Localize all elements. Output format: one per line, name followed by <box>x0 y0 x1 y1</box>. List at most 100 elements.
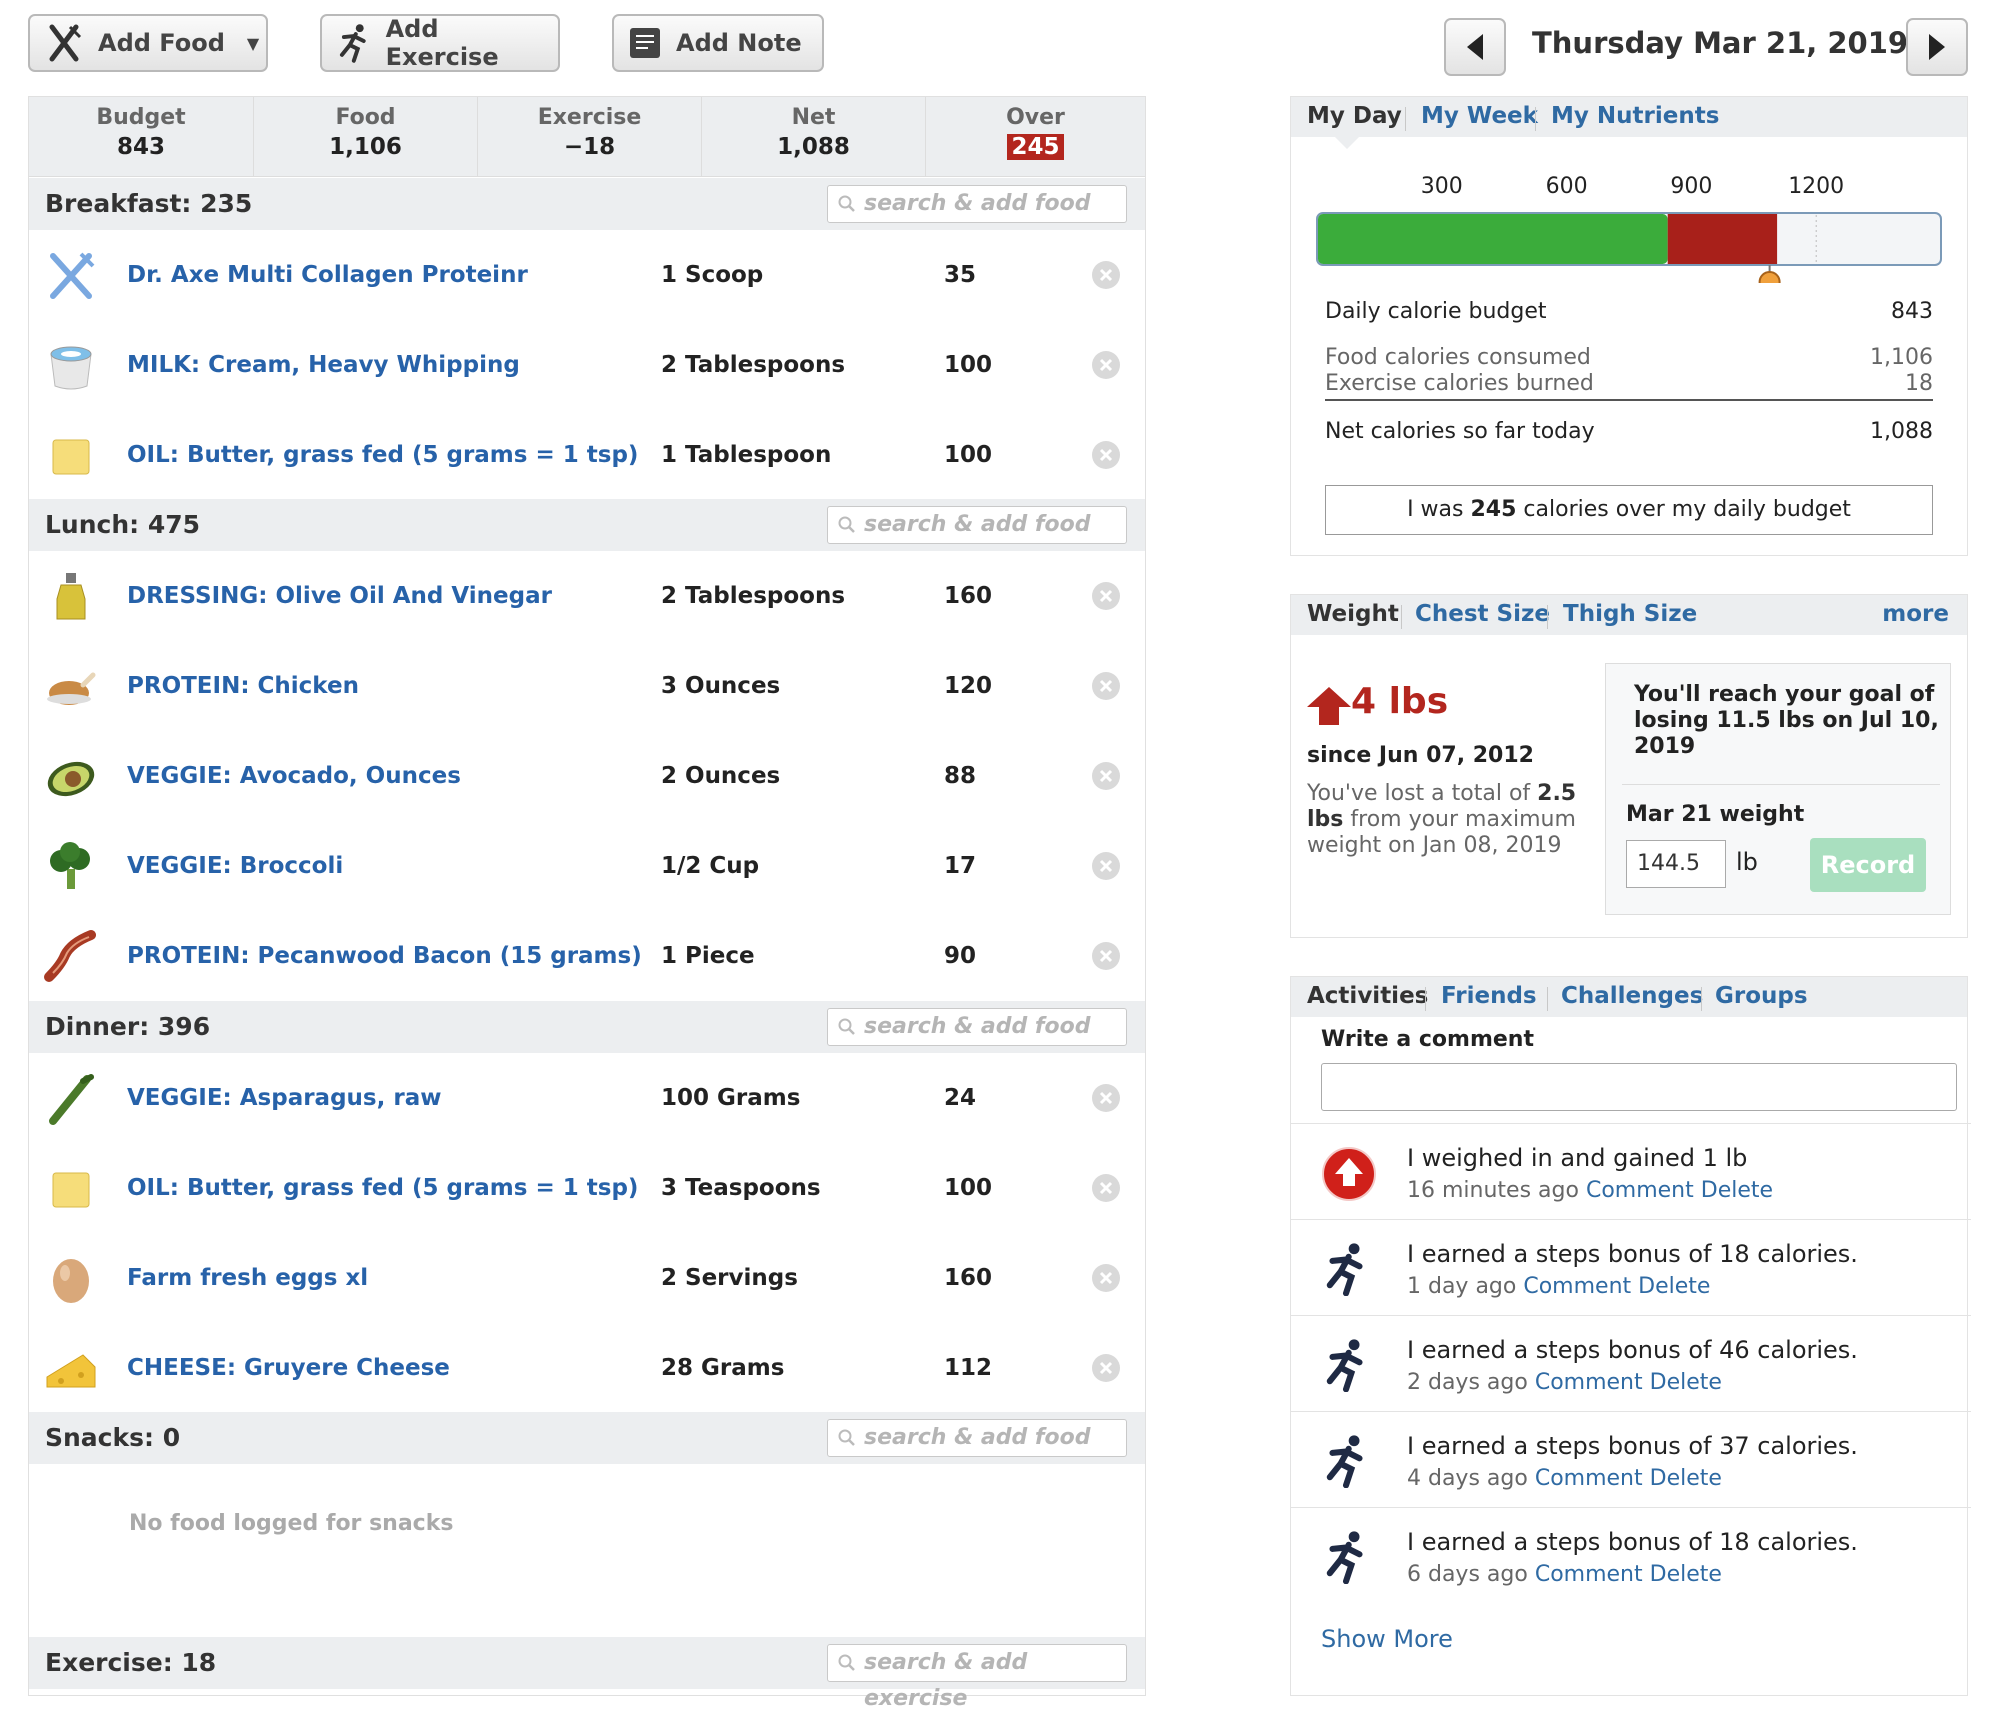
delete-link[interactable]: Delete <box>1650 1370 1722 1395</box>
over-budget-message: I was 245 calories over my daily budget <box>1325 485 1933 535</box>
food-quantity[interactable]: 1/2 Cup <box>661 821 759 911</box>
activity-item: I earned a steps bonus of 46 calories. 2 … <box>1291 1315 1971 1411</box>
delete-icon[interactable] <box>1091 260 1121 290</box>
tab-weight[interactable]: Weight <box>1307 601 1399 627</box>
add-food-button[interactable]: Add Food ▼ <box>28 14 268 72</box>
record-button[interactable]: Record <box>1810 838 1926 892</box>
food-name-link[interactable]: MILK: Cream, Heavy Whipping <box>127 320 520 410</box>
show-more-link[interactable]: Show More <box>1321 1625 1453 1653</box>
delete-icon[interactable] <box>1091 350 1121 380</box>
snacks-search-input[interactable]: search & add food <box>827 1419 1127 1457</box>
delete-icon[interactable] <box>1091 440 1121 470</box>
food-quantity[interactable]: 28 Grams <box>661 1323 784 1413</box>
food-name-link[interactable]: VEGGIE: Avocado, Ounces <box>127 731 461 821</box>
food-name-link[interactable]: DRESSING: Olive Oil And Vinegar <box>127 551 552 641</box>
add-note-button[interactable]: Add Note <box>612 14 824 72</box>
comment-link[interactable]: Comment <box>1535 1562 1643 1587</box>
food-calories: 88 <box>944 763 977 789</box>
delete-icon[interactable] <box>1091 851 1121 881</box>
weight-input[interactable]: 144.5 <box>1626 840 1726 888</box>
food-quantity[interactable]: 1 Piece <box>661 911 755 1001</box>
food-quantity[interactable]: 3 Teaspoons <box>661 1143 821 1233</box>
food-row: VEGGIE: Asparagus, raw 100 Grams 24 <box>29 1053 1145 1143</box>
weight-tabs: Weight Chest Size Thigh Size more <box>1291 595 1967 635</box>
dinner-search-input[interactable]: search & add food <box>827 1008 1127 1046</box>
dinner-header: Dinner: 396 search & add food <box>29 1001 1145 1053</box>
activity-text: I earned a steps bonus of 18 calories. <box>1407 1240 1858 1268</box>
delete-icon[interactable] <box>1091 1353 1121 1383</box>
budget-value: 843 <box>1891 299 1933 324</box>
exercise-search-input[interactable]: search & add exercise <box>827 1644 1127 1711</box>
food-name-link[interactable]: VEGGIE: Asparagus, raw <box>127 1053 441 1143</box>
delete-icon[interactable] <box>1091 671 1121 701</box>
next-day-button[interactable] <box>1906 18 1968 76</box>
food-name-link[interactable]: OIL: Butter, grass fed (5 grams = 1 tsp) <box>127 410 638 500</box>
food-name-link[interactable]: Dr. Axe Multi Collagen Proteinr <box>127 230 528 320</box>
tab-my-nutrients[interactable]: My Nutrients <box>1551 103 1719 129</box>
food-quantity[interactable]: 2 Tablespoons <box>661 551 845 641</box>
tab-groups[interactable]: Groups <box>1715 983 1808 1009</box>
food-name-link[interactable]: OIL: Butter, grass fed (5 grams = 1 tsp) <box>127 1143 638 1233</box>
exercise-burned-label: Exercise calories burned <box>1325 371 1594 396</box>
food-quantity[interactable]: 2 Ounces <box>661 731 780 821</box>
tab-friends[interactable]: Friends <box>1441 983 1537 1009</box>
food-name-link[interactable]: Farm fresh eggs xl <box>127 1233 368 1323</box>
food-quantity[interactable]: 3 Ounces <box>661 641 780 731</box>
weight-up-icon <box>1322 1147 1376 1201</box>
food-quantity[interactable]: 100 Grams <box>661 1053 800 1143</box>
delete-icon[interactable] <box>1091 1263 1121 1293</box>
bacon-icon <box>43 929 99 985</box>
snacks-title: Snacks: 0 <box>45 1423 181 1452</box>
delete-link[interactable]: Delete <box>1701 1178 1773 1203</box>
comment-link[interactable]: Comment <box>1523 1274 1631 1299</box>
more-link[interactable]: more <box>1882 601 1949 627</box>
breakfast-header: Breakfast: 235 search & add food <box>29 178 1145 230</box>
butter-icon <box>43 1161 99 1217</box>
tab-my-day[interactable]: My Day <box>1307 103 1402 129</box>
delete-icon[interactable] <box>1091 1173 1121 1203</box>
breakfast-search-input[interactable]: search & add food <box>827 185 1127 223</box>
food-row: MILK: Cream, Heavy Whipping 2 Tablespoons… <box>29 320 1145 410</box>
tab-chest-size[interactable]: Chest Size <box>1415 601 1550 627</box>
tab-activities[interactable]: Activities <box>1307 983 1428 1009</box>
food-name-link[interactable]: VEGGIE: Broccoli <box>127 821 343 911</box>
food-name-link[interactable]: PROTEIN: Pecanwood Bacon (15 grams) <box>127 911 642 1001</box>
delete-link[interactable]: Delete <box>1650 1562 1722 1587</box>
food-quantity[interactable]: 1 Scoop <box>661 230 763 320</box>
tab-my-week[interactable]: My Week <box>1421 103 1538 129</box>
bar-tick-label: 300 <box>1421 174 1463 199</box>
add-exercise-button[interactable]: Add Exercise <box>320 14 560 72</box>
food-diary: Budget 843 Food 1,106 Exercise −18 Net 1,088… <box>28 96 1146 1711</box>
delete-icon[interactable] <box>1091 941 1121 971</box>
food-name-link[interactable]: PROTEIN: Chicken <box>127 641 359 731</box>
delete-icon[interactable] <box>1091 1083 1121 1113</box>
activities-panel: Activities Friends Challenges Groups Wri… <box>1290 976 1971 1696</box>
food-calories: 90 <box>944 943 977 969</box>
food-calories: 120 <box>944 673 993 699</box>
food-row: OIL: Butter, grass fed (5 grams = 1 tsp)… <box>29 410 1145 500</box>
chevron-down-icon[interactable]: ▼ <box>247 34 259 53</box>
tab-thigh-size[interactable]: Thigh Size <box>1563 601 1697 627</box>
food-name-link[interactable]: CHEESE: Gruyere Cheese <box>127 1323 450 1413</box>
runner-icon <box>1326 1435 1363 1488</box>
food-calories: 100 <box>944 1175 993 1201</box>
date-selector[interactable]: Thursday Mar 21, 2019 ▼ <box>1532 26 1931 60</box>
delete-icon[interactable] <box>1091 761 1121 791</box>
delete-icon[interactable] <box>1091 581 1121 611</box>
tab-challenges[interactable]: Challenges <box>1561 983 1703 1009</box>
comment-link[interactable]: Comment <box>1535 1370 1643 1395</box>
food-calories: 160 <box>944 1265 993 1291</box>
delete-link[interactable]: Delete <box>1638 1274 1710 1299</box>
comment-input[interactable] <box>1321 1063 1957 1111</box>
activity-time: 6 days ago <box>1407 1562 1528 1587</box>
my-day-tabs: My Day My Week My Nutrients <box>1291 97 1967 137</box>
food-quantity[interactable]: 1 Tablespoon <box>661 410 831 500</box>
food-quantity[interactable]: 2 Tablespoons <box>661 320 845 410</box>
weight-panel: Weight Chest Size Thigh Size more 4 lbs … <box>1290 594 1968 938</box>
lunch-search-input[interactable]: search & add food <box>827 506 1127 544</box>
food-quantity[interactable]: 2 Servings <box>661 1233 798 1323</box>
prev-day-button[interactable] <box>1444 18 1506 76</box>
comment-link[interactable]: Comment <box>1535 1466 1643 1491</box>
comment-link[interactable]: Comment <box>1586 1178 1694 1203</box>
delete-link[interactable]: Delete <box>1650 1466 1722 1491</box>
